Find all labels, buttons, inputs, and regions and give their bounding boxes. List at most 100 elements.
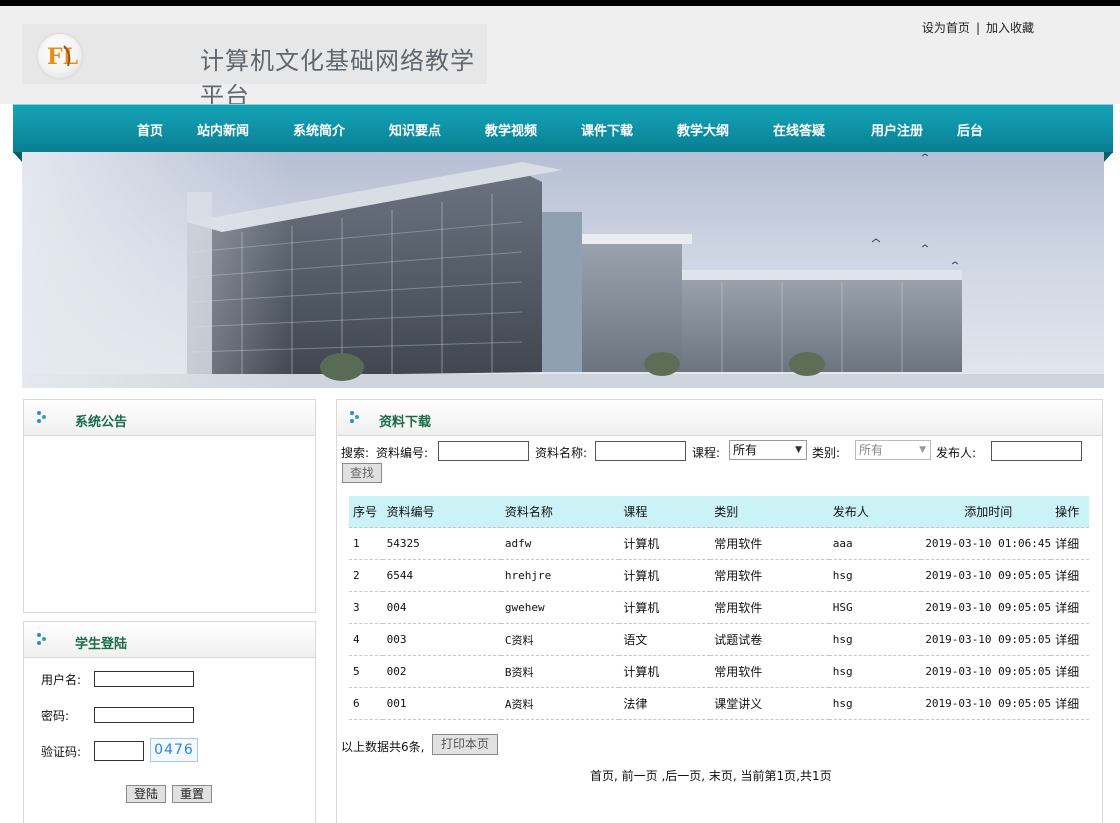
nav-fold-left — [13, 152, 22, 162]
detail-link[interactable]: 详细 — [1051, 687, 1089, 720]
publisher-input[interactable] — [991, 441, 1082, 461]
record-count-text: 以上数据共6条, — [341, 740, 425, 754]
logo-area: FL 计算机文化基础网络教学平台 — [22, 24, 487, 110]
nav-item-qa[interactable]: 在线答疑 — [773, 120, 825, 139]
cell-index: 2 — [349, 559, 383, 592]
category-label: 类别: — [812, 446, 841, 460]
col-header-category: 类别 — [710, 496, 829, 528]
search-label: 搜索: — [341, 446, 370, 460]
cell-category: 常用软件 — [710, 527, 829, 560]
cell-publisher: hsg — [828, 623, 922, 656]
cell-category: 常用软件 — [710, 655, 829, 688]
cell-index: 5 — [349, 655, 383, 688]
detail-link[interactable]: 详细 — [1051, 623, 1089, 656]
login-button[interactable]: 登陆 — [126, 785, 166, 803]
table-row: 6 001 A资料 法律 课堂讲义 hsg 2019-03-10 09:05:0… — [349, 687, 1089, 720]
detail-link[interactable]: 详细 — [1051, 527, 1089, 560]
detail-link[interactable]: 详细 — [1051, 559, 1089, 592]
cell-publisher: aaa — [828, 527, 922, 560]
cell-name: gwehew — [500, 591, 620, 624]
cell-added-time: 2019-03-10 09:05:05 — [921, 655, 1052, 688]
cell-added-time: 2019-03-10 09:05:05 — [921, 623, 1052, 656]
name-input[interactable] — [595, 441, 686, 461]
site-logo: FL — [36, 32, 84, 80]
cell-category: 常用软件 — [710, 591, 829, 624]
table-header-row: 序号 资料编号 资料名称 课程 类别 发布人 添加时间 操作 — [349, 496, 1089, 528]
cell-course: 语文 — [619, 623, 711, 656]
cell-course: 计算机 — [619, 591, 711, 624]
cell-index: 1 — [349, 527, 383, 560]
captcha-image[interactable]: 0476 — [150, 738, 198, 762]
cell-category: 常用软件 — [710, 559, 829, 592]
cell-name: A资料 — [500, 687, 620, 720]
nav-item-intro[interactable]: 系统简介 — [293, 120, 345, 139]
cell-category: 试题试卷 — [710, 623, 829, 656]
col-header-name: 资料名称 — [500, 496, 620, 528]
main-nav: 首页 站内新闻 系统简介 知识要点 教学视频 课件下载 教学大纲 在线答疑 用户… — [13, 104, 1113, 153]
cell-index: 3 — [349, 591, 383, 624]
cell-code: 001 — [382, 687, 501, 720]
login-panel-title: 学生登陆 — [75, 637, 128, 652]
dots-icon — [350, 411, 359, 423]
code-input[interactable] — [438, 441, 529, 461]
nav-item-downloads[interactable]: 课件下载 — [581, 120, 633, 139]
col-header-course: 课程 — [619, 496, 711, 528]
banner-image — [22, 152, 1104, 388]
cell-added-time: 2019-03-10 01:06:45 — [921, 527, 1052, 560]
username-input[interactable] — [94, 671, 194, 687]
cell-index: 6 — [349, 687, 383, 720]
cell-publisher: hsg — [828, 687, 922, 720]
notice-panel-title: 系统公告 — [75, 415, 128, 430]
notice-panel: 系统公告 — [23, 399, 316, 613]
top-links: 设为首页 | 加入收藏 — [922, 19, 1034, 36]
cell-added-time: 2019-03-10 09:05:05 — [921, 591, 1052, 624]
nav-item-knowledge[interactable]: 知识要点 — [389, 120, 441, 139]
captcha-label: 验证码: — [41, 745, 82, 759]
cell-course: 法律 — [619, 687, 711, 720]
table-row: 5 002 B资料 计算机 常用软件 hsg 2019-03-10 09:05:… — [349, 655, 1089, 688]
nav-item-videos[interactable]: 教学视频 — [485, 120, 537, 139]
chevron-down-icon: ▼ — [795, 445, 802, 455]
cell-category: 课堂讲义 — [710, 687, 829, 720]
nav-item-register[interactable]: 用户注册 — [871, 120, 923, 139]
nav-item-news[interactable]: 站内新闻 — [197, 120, 249, 139]
cell-name: B资料 — [500, 655, 620, 688]
col-header-publisher: 发布人 — [828, 496, 922, 528]
table-row: 3 004 gwehew 计算机 常用软件 HSG 2019-03-10 09:… — [349, 591, 1089, 624]
nav-fold-right — [1104, 152, 1113, 162]
dots-icon — [37, 633, 46, 645]
course-label: 课程: — [692, 446, 721, 460]
col-header-added-time: 添加时间 — [921, 496, 1052, 528]
detail-link[interactable]: 详细 — [1051, 655, 1089, 688]
course-select[interactable]: 所有 ▼ — [729, 440, 807, 460]
category-select[interactable]: 所有 ▼ — [855, 440, 931, 460]
captcha-input[interactable] — [94, 741, 144, 761]
detail-link[interactable]: 详细 — [1051, 591, 1089, 624]
password-input[interactable] — [94, 707, 194, 723]
nav-item-admin[interactable]: 后台 — [957, 120, 983, 139]
password-label: 密码: — [41, 709, 70, 723]
cell-name: C资料 — [500, 623, 620, 656]
print-button[interactable]: 打印本页 — [432, 734, 498, 755]
cell-code: 004 — [382, 591, 501, 624]
col-header-action: 操作 — [1051, 496, 1089, 528]
nav-item-syllabus[interactable]: 教学大纲 — [677, 120, 729, 139]
cell-course: 计算机 — [619, 527, 711, 560]
cell-name: adfw — [500, 527, 620, 560]
table-row: 2 6544 hrehjre 计算机 常用软件 hsg 2019-03-10 0… — [349, 559, 1089, 592]
search-button[interactable]: 查找 — [342, 463, 382, 483]
cell-code: 003 — [382, 623, 501, 656]
nav-item-home[interactable]: 首页 — [137, 120, 163, 139]
reset-button[interactable]: 重置 — [172, 785, 212, 803]
top-links-separator: | — [975, 21, 980, 35]
login-panel-header: 学生登陆 — [24, 622, 315, 658]
cell-added-time: 2019-03-10 09:05:05 — [921, 559, 1052, 592]
cell-code: 6544 — [382, 559, 501, 592]
set-homepage-link[interactable]: 设为首页 — [922, 21, 970, 35]
chevron-down-icon: ▼ — [919, 445, 926, 455]
add-favorite-link[interactable]: 加入收藏 — [986, 21, 1034, 35]
cell-course: 计算机 — [619, 559, 711, 592]
downloads-panel-title: 资料下载 — [379, 415, 432, 430]
pagination[interactable]: 首页, 前一页 ,后一页, 末页, 当前第1页,共1页 — [590, 767, 832, 784]
site-header: FL 计算机文化基础网络教学平台 设为首页 | 加入收藏 — [0, 6, 1120, 110]
